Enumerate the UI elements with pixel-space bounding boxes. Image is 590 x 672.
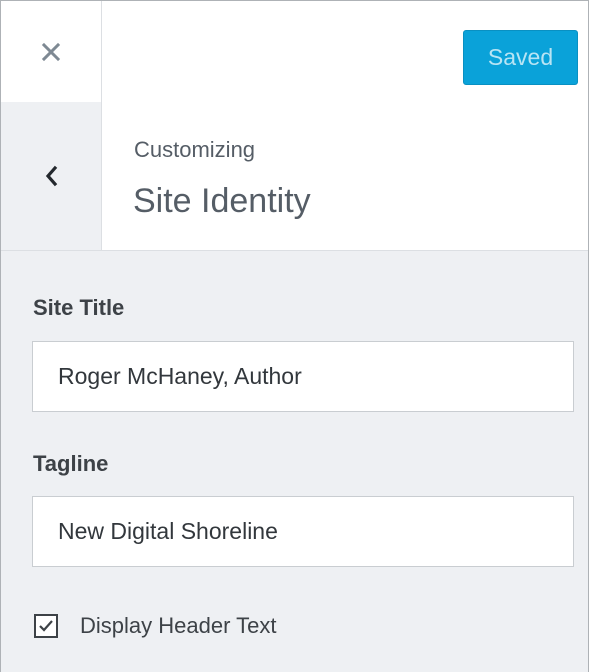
tagline-label: Tagline [33, 451, 109, 476]
breadcrumb: Customizing [134, 137, 256, 162]
section-header: Customizing Site Identity [1, 102, 588, 251]
site-title-input[interactable] [32, 341, 574, 412]
checkmark-icon [39, 620, 53, 632]
site-title-label: Site Title [33, 295, 125, 320]
display-header-text-label: Display Header Text [80, 613, 277, 638]
back-button[interactable] [1, 102, 102, 250]
page-title: Site Identity [133, 182, 311, 220]
customizer-toolbar: Saved [1, 1, 588, 103]
display-header-text-checkbox[interactable] [34, 614, 58, 638]
tagline-input[interactable] [32, 496, 574, 567]
customizer-panel: Saved Customizing Site Identity Site Tit… [0, 0, 589, 672]
display-header-text-toggle[interactable]: Display Header Text [34, 611, 276, 641]
close-icon [41, 42, 61, 61]
saved-button[interactable]: Saved [463, 30, 578, 85]
close-button[interactable] [1, 1, 102, 102]
chevron-left-icon [45, 165, 58, 187]
